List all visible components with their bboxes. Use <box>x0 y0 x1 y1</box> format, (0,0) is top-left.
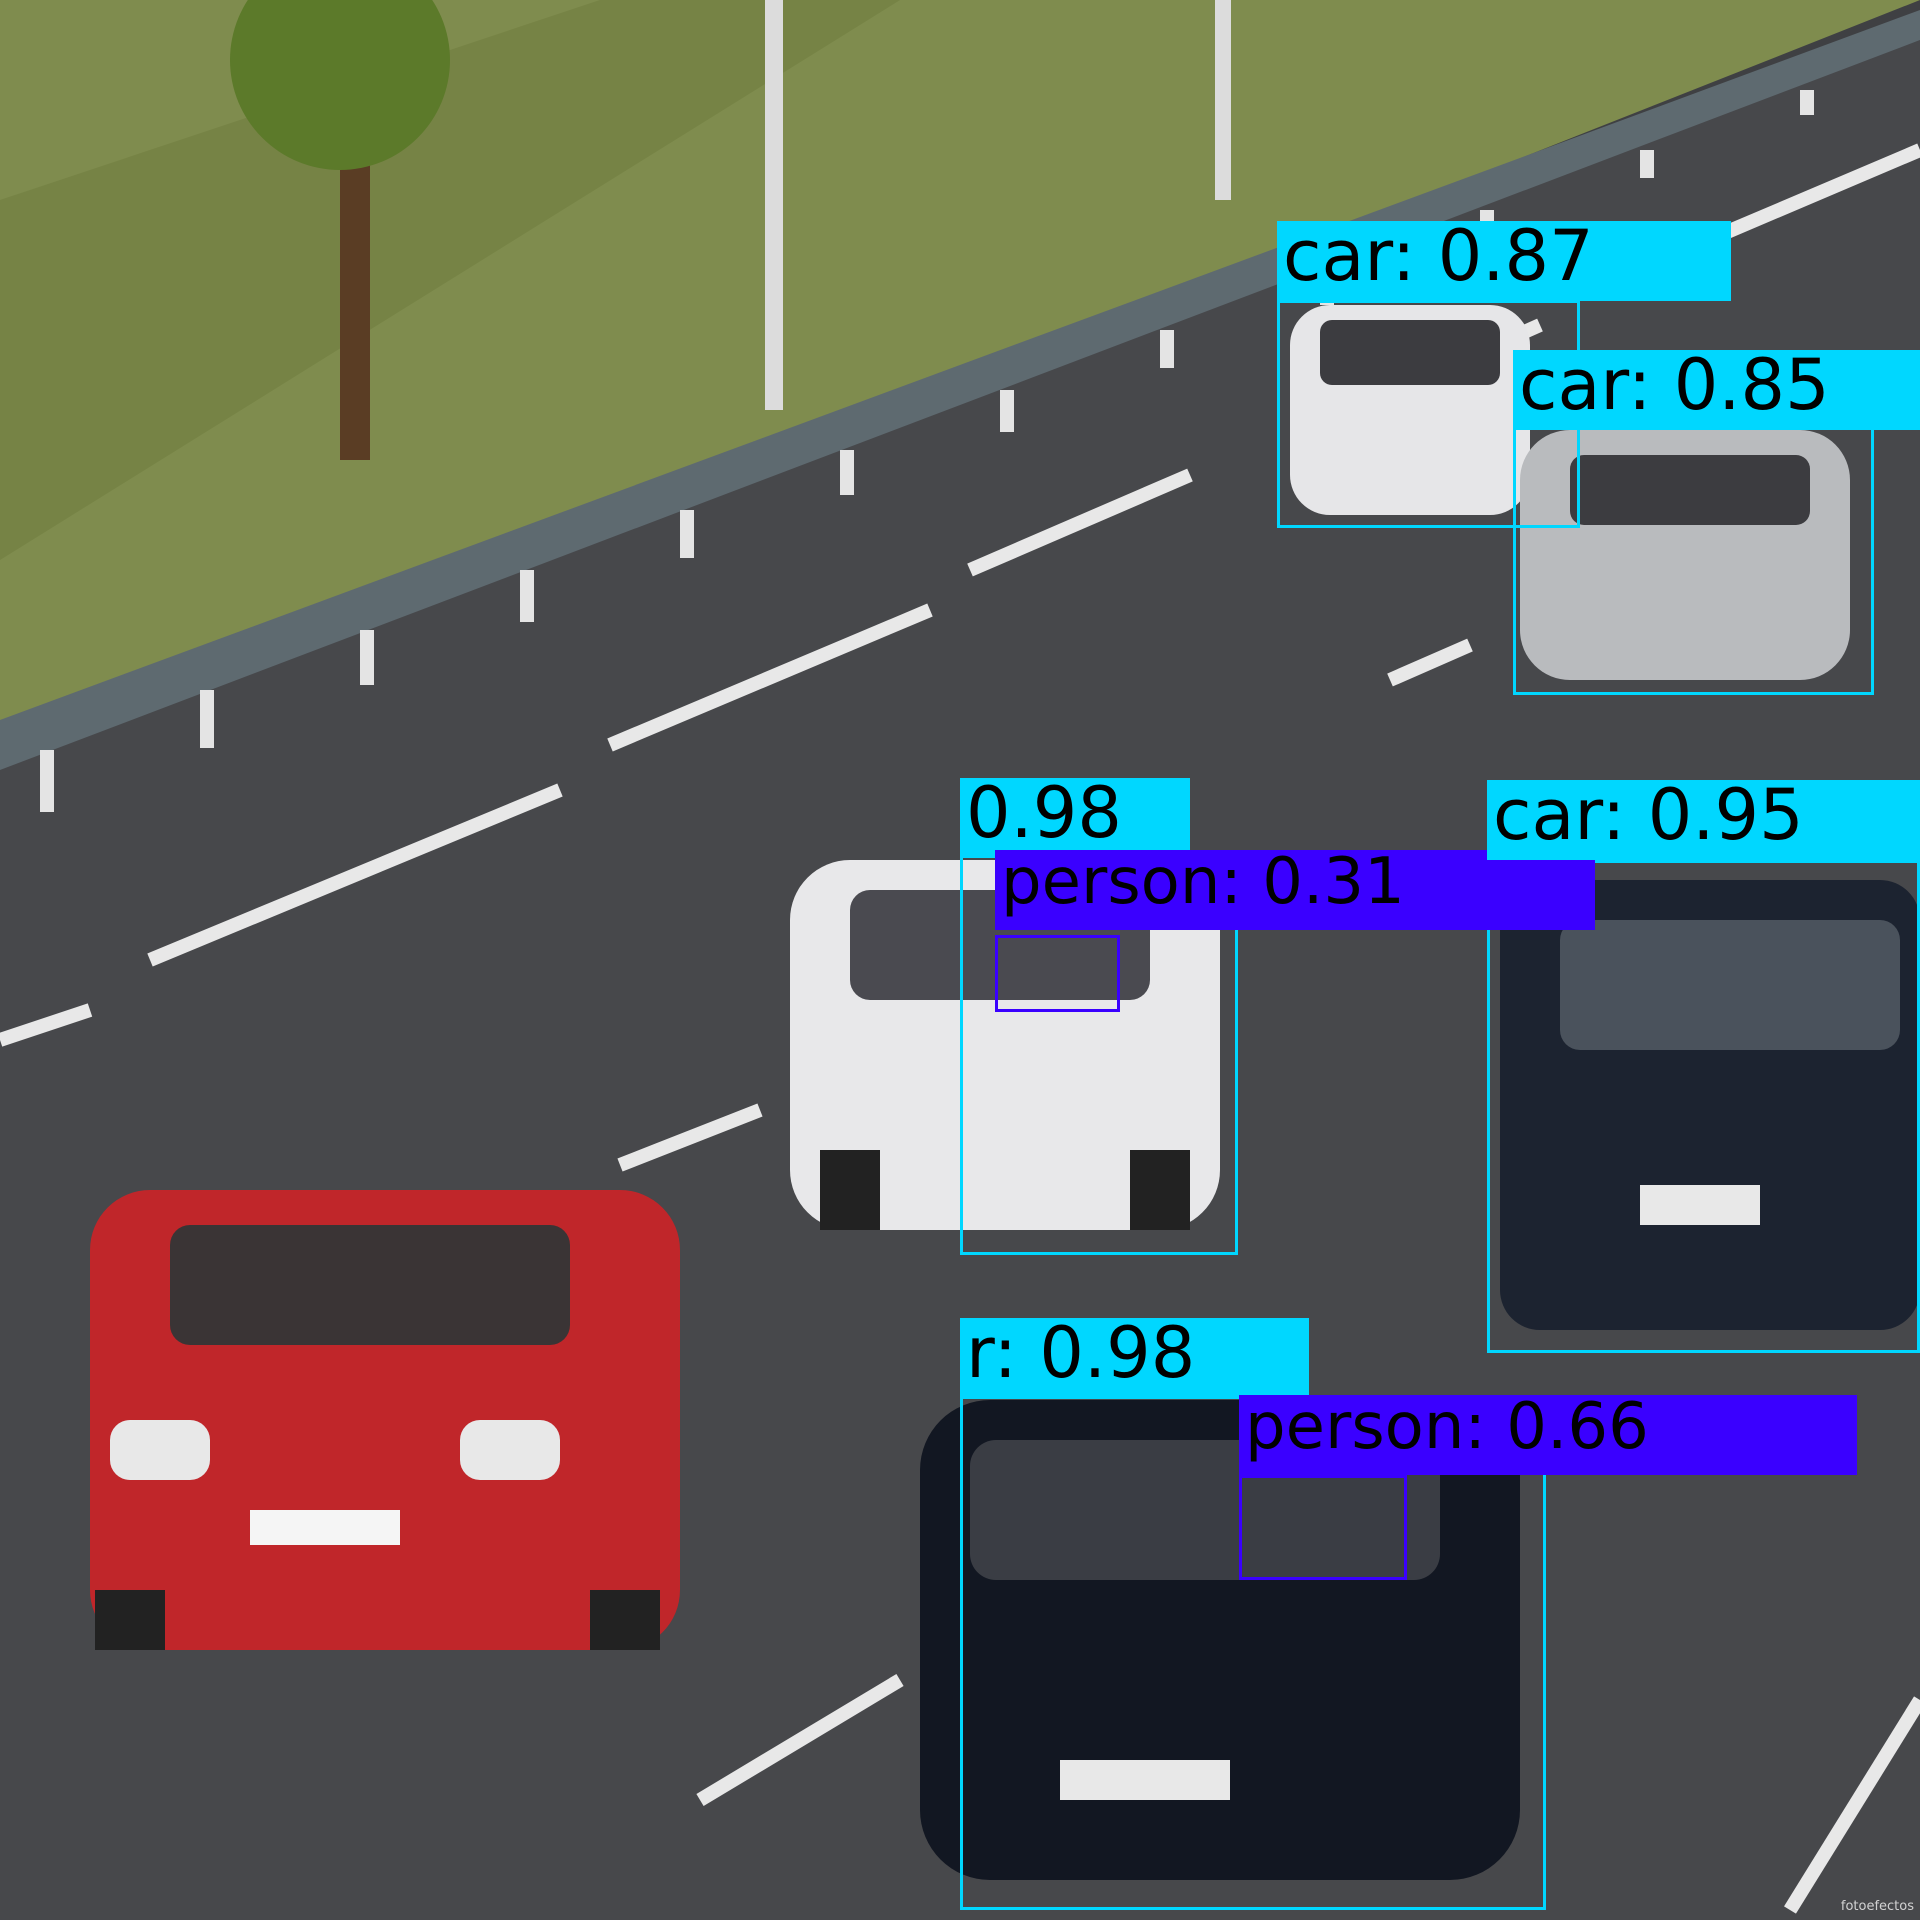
detection-image: car: 0.87 car: 0.85 0.98 person: 0.31 ca… <box>0 0 1920 1920</box>
watermark: fotoefectos <box>1840 1899 1914 1914</box>
detection-label: car: 0.85 <box>1513 350 1920 430</box>
detection-label: car: 0.87 <box>1277 221 1731 301</box>
detection-label: 0.98 <box>960 778 1190 858</box>
detection-label: person: 0.66 <box>1239 1395 1857 1475</box>
detection-box-person <box>995 935 1120 1012</box>
light-pole <box>1215 0 1231 200</box>
detection-label: car: 0.95 <box>1487 780 1920 860</box>
detection-box-person <box>1239 1475 1407 1580</box>
detection-box-car <box>1487 860 1920 1353</box>
red-car <box>90 1190 680 1650</box>
light-pole <box>765 0 783 410</box>
tree-trunk <box>340 120 370 460</box>
detection-label: r: 0.98 <box>960 1318 1309 1398</box>
detection-box-car <box>1513 425 1874 695</box>
detection-label: person: 0.31 <box>995 850 1595 930</box>
